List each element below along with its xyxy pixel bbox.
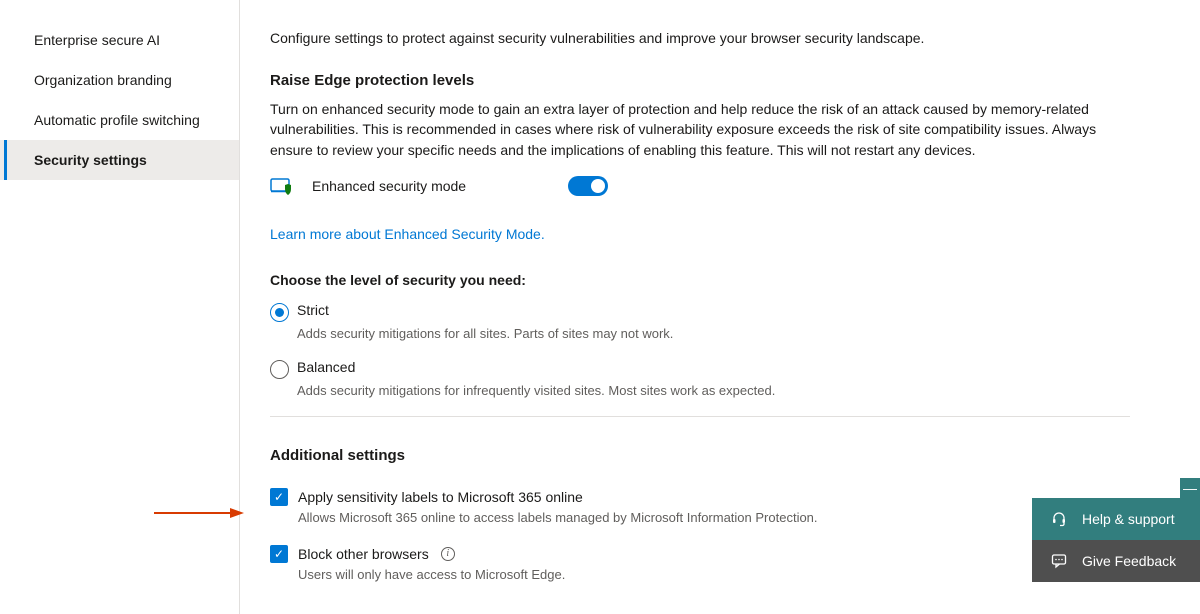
divider [270,416,1130,417]
enhanced-security-toggle[interactable] [568,176,608,196]
toggle-label: Enhanced security mode [312,178,466,194]
checkbox-apply-labels[interactable]: ✓ Apply sensitivity labels to Microsoft … [270,488,1160,506]
help-label: Help & support [1082,511,1175,527]
arrow-annotation [154,505,244,524]
checkmark-icon: ✓ [274,490,284,504]
headset-icon [1050,510,1068,528]
radio-button-icon [270,360,289,379]
feedback-label: Give Feedback [1082,553,1176,569]
sidebar-item-enterprise-ai[interactable]: Enterprise secure AI [0,20,239,60]
radio-balanced-label: Balanced [297,359,355,375]
apply-labels-desc: Allows Microsoft 365 online to access la… [298,510,1160,525]
checkbox-icon: ✓ [270,488,288,506]
info-icon[interactable]: i [441,547,455,561]
shield-icon [270,176,294,196]
radio-balanced-desc: Adds security mitigations for infrequent… [297,383,1160,398]
apply-labels-label: Apply sensitivity labels to Microsoft 36… [298,489,583,505]
enhanced-security-toggle-row: Enhanced security mode [270,176,1160,196]
radio-balanced[interactable]: Balanced [270,359,1160,379]
checkmark-icon: ✓ [274,547,284,561]
intro-text: Configure settings to protect against se… [270,30,1160,46]
choose-level-title: Choose the level of security you need: [270,272,1160,288]
help-support-button[interactable]: Help & support [1032,498,1200,540]
give-feedback-button[interactable]: Give Feedback [1032,540,1200,582]
checkbox-icon: ✓ [270,545,288,563]
collapse-button[interactable]: — [1180,478,1200,498]
sidebar-item-profile-switching[interactable]: Automatic profile switching [0,100,239,140]
toggle-knob [591,179,605,193]
radio-button-icon [270,303,289,322]
learn-more-link[interactable]: Learn more about Enhanced Security Mode. [270,226,545,242]
block-browsers-label: Block other browsers [298,546,429,562]
feedback-icon [1050,552,1068,570]
raise-title: Raise Edge protection levels [270,72,1160,89]
sidebar-item-branding[interactable]: Organization branding [0,60,239,100]
floating-buttons: — Help & support Give Feedback [1032,478,1200,582]
additional-title: Additional settings [270,447,1160,464]
radio-strict[interactable]: Strict [270,302,1160,322]
block-browsers-desc: Users will only have access to Microsoft… [298,567,1160,582]
checkbox-block-browsers[interactable]: ✓ Block other browsers i [270,545,1160,563]
sidebar-item-security-settings[interactable]: Security settings [0,140,239,180]
radio-strict-label: Strict [297,302,329,318]
raise-description: Turn on enhanced security mode to gain a… [270,99,1130,160]
radio-strict-desc: Adds security mitigations for all sites.… [297,326,1160,341]
